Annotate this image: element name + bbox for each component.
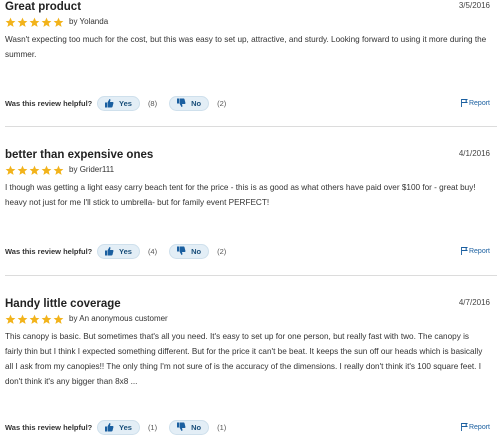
- helpful-label: Was this review helpful?: [5, 246, 93, 256]
- yes-count: (1): [147, 422, 158, 432]
- star-icon: [53, 165, 64, 175]
- star-icon: [5, 17, 16, 27]
- report-label: Report: [468, 99, 490, 107]
- star-rating: [5, 165, 64, 176]
- review-title: Great product: [5, 1, 82, 13]
- report-link[interactable]: Report: [461, 99, 490, 107]
- thumbs-down-icon: [177, 246, 186, 255]
- review-text: I though was getting a light easy carry …: [5, 183, 476, 207]
- no-button[interactable]: No: [169, 243, 210, 259]
- flag-icon: [461, 247, 468, 255]
- review-author: by Grider111: [69, 164, 114, 176]
- star-icon: [41, 17, 52, 27]
- star-icon: [41, 314, 52, 324]
- no-count: (2): [217, 246, 227, 256]
- no-label: No: [191, 422, 202, 432]
- flag-icon: [461, 423, 468, 431]
- author-prefix: by: [69, 314, 78, 323]
- review-footer: Was this review helpful? Yes (4) No (2) …: [5, 242, 490, 260]
- author-name: Yolanda: [79, 17, 109, 26]
- helpful-label: Was this review helpful?: [5, 98, 93, 108]
- author-name: An anonymous customer: [79, 314, 168, 323]
- report-link[interactable]: Report: [461, 423, 490, 431]
- review-text: Wasn't expecting too much for the cost, …: [5, 35, 487, 59]
- yes-button[interactable]: Yes: [97, 95, 140, 111]
- review-date: 4/1/2016: [458, 149, 490, 158]
- report-label: Report: [468, 423, 490, 431]
- report-link[interactable]: Report: [461, 247, 490, 255]
- yes-button[interactable]: Yes: [97, 419, 140, 435]
- rating-row: by Grider111: [5, 163, 490, 177]
- helpful-label: Was this review helpful?: [5, 422, 93, 432]
- author-prefix: by: [69, 17, 78, 26]
- star-icon: [53, 314, 64, 324]
- author-name: Grider111: [79, 165, 115, 174]
- star-icon: [17, 165, 28, 175]
- star-rating: [5, 17, 64, 28]
- review-title: better than expensive ones: [5, 149, 154, 161]
- star-icon: [5, 314, 16, 324]
- review-divider: [5, 126, 497, 127]
- review-divider: [5, 275, 497, 276]
- star-icon: [29, 17, 40, 27]
- star-icon: [29, 165, 40, 175]
- rating-row: by Yolanda: [5, 15, 490, 29]
- author-prefix: by: [69, 165, 78, 174]
- star-icon: [17, 17, 28, 27]
- review-title: Handy little coverage: [5, 298, 121, 310]
- yes-count: (4): [147, 246, 158, 256]
- yes-label: Yes: [119, 246, 132, 256]
- review-author: by Yolanda: [69, 16, 108, 28]
- flag-icon: [461, 99, 468, 107]
- thumbs-down-icon: [177, 422, 186, 431]
- no-button[interactable]: No: [169, 95, 210, 111]
- thumbs-up-icon: [105, 423, 114, 432]
- star-icon: [5, 165, 16, 175]
- thumbs-up-icon: [105, 99, 114, 108]
- review-header: Great product 3/5/2016: [5, 0, 490, 14]
- review-date: 3/5/2016: [458, 1, 490, 10]
- star-icon: [17, 314, 28, 324]
- yes-label: Yes: [119, 422, 132, 432]
- star-icon: [41, 165, 52, 175]
- review-card: Great product 3/5/2016 by Yolanda Wasn't…: [0, 0, 500, 62]
- star-icon: [53, 17, 64, 27]
- no-count: (1): [217, 422, 227, 432]
- no-label: No: [191, 98, 202, 108]
- review-text: This canopy is basic. But sometimes that…: [5, 332, 483, 386]
- report-label: Report: [468, 247, 490, 255]
- star-icon: [29, 314, 40, 324]
- review-header: better than expensive ones 4/1/2016: [5, 148, 490, 162]
- thumbs-down-icon: [177, 98, 186, 107]
- review-date: 4/7/2016: [458, 298, 490, 307]
- review-footer: Was this review helpful? Yes (8) No (2) …: [5, 94, 490, 112]
- no-label: No: [191, 246, 202, 256]
- yes-count: (8): [147, 98, 158, 108]
- review-footer: Was this review helpful? Yes (1) No (1) …: [5, 418, 490, 436]
- review-author: by An anonymous customer: [69, 313, 168, 325]
- review-card: better than expensive ones 4/1/2016 by G…: [0, 148, 500, 210]
- rating-row: by An anonymous customer: [5, 312, 490, 326]
- no-button[interactable]: No: [169, 419, 210, 435]
- review-card: Handy little coverage 4/7/2016 by An ano…: [0, 297, 500, 389]
- no-count: (2): [217, 98, 227, 108]
- thumbs-up-icon: [105, 247, 114, 256]
- yes-button[interactable]: Yes: [97, 243, 140, 259]
- yes-label: Yes: [119, 98, 132, 108]
- star-rating: [5, 314, 64, 325]
- review-header: Handy little coverage 4/7/2016: [5, 297, 490, 311]
